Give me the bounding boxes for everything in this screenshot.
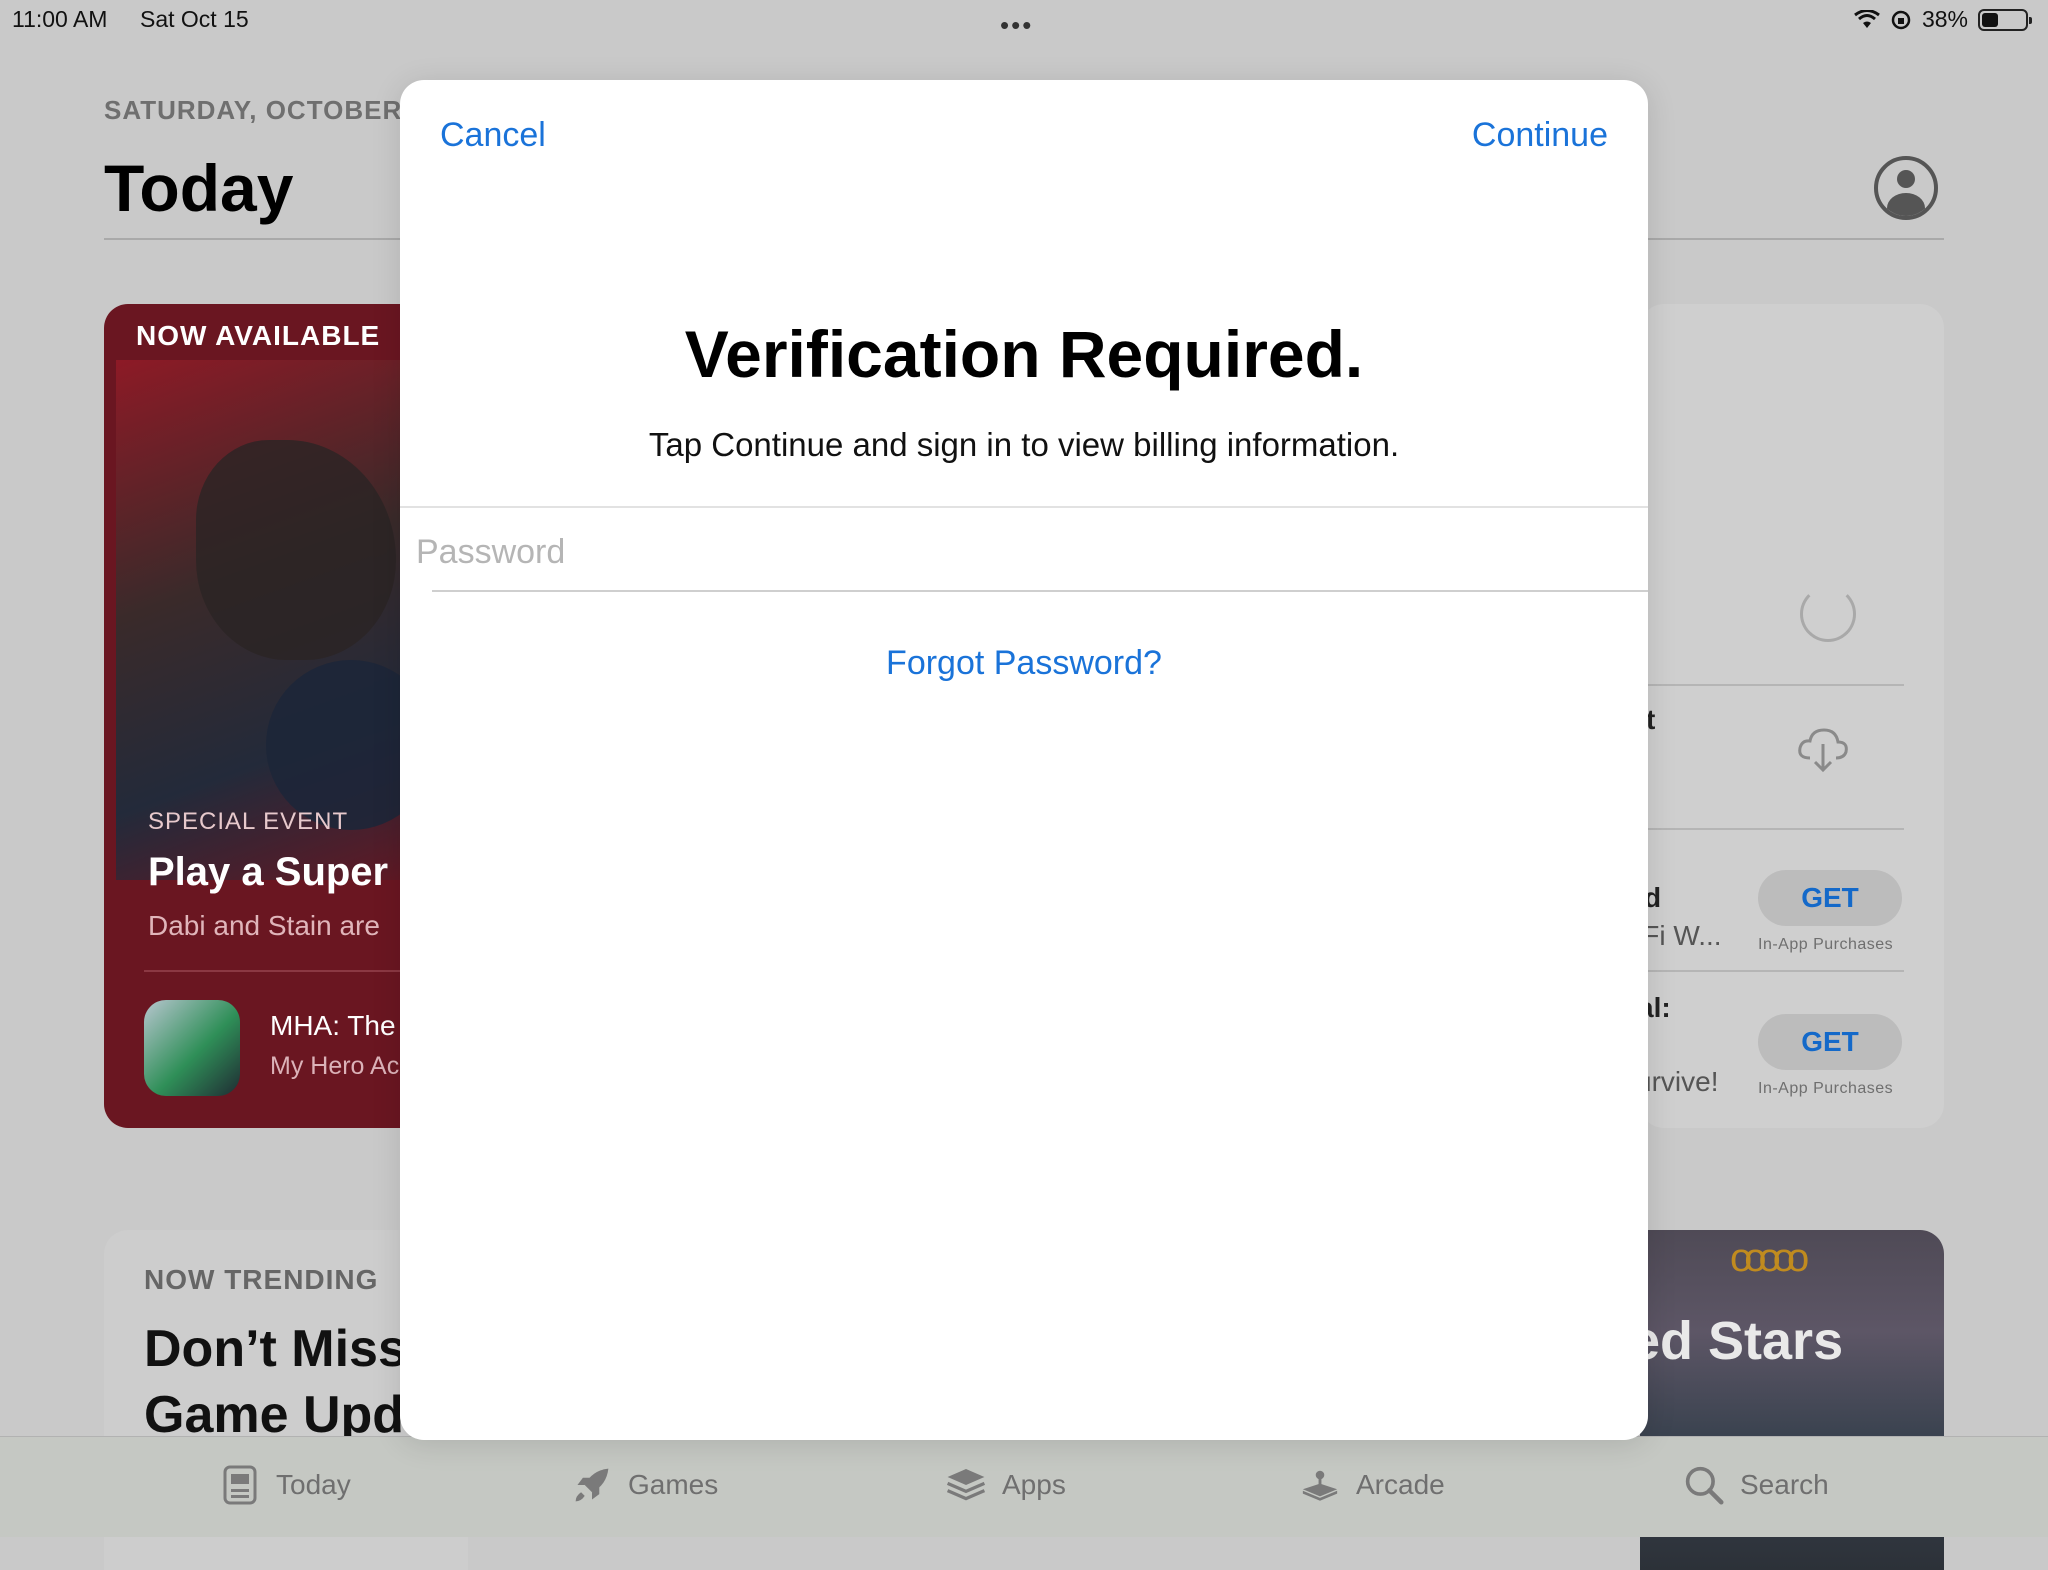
field-bottom-divider [432,590,1648,592]
tab-label: Games [628,1469,719,1500]
forgot-password-link[interactable]: Forgot Password? [400,644,1648,683]
field-top-divider [400,506,1648,508]
status-right-cluster: 38% [1854,6,2032,33]
app-list-card[interactable]: t d iFi W... GET In-App Purchases al: ur… [1640,304,1944,1128]
loading-spinner-icon [1800,586,1856,642]
featured-subhead: Dabi and Stain are [148,910,380,941]
trending-headline: Don’t Miss Game Upd [144,1316,407,1448]
in-app-purchases-label: In-App Purchases [1758,1080,1894,1097]
password-field[interactable] [416,510,1616,594]
status-date: Sat Oct 15 [140,6,249,32]
tab-today[interactable]: Today [220,1465,351,1505]
get-button[interactable]: GET [1758,870,1902,926]
account-avatar-icon[interactable] [1874,156,1938,220]
multitasking-dots[interactable]: ••• [1000,10,1033,41]
list-item-fragment: iFi W... [1640,920,1722,951]
get-button[interactable]: GET [1758,1014,1902,1070]
wifi-icon [1854,9,1880,28]
cloud-download-icon[interactable] [1796,724,1850,787]
search-icon [1684,1465,1724,1505]
tab-label: Search [1740,1469,1829,1500]
sheet-title: Verification Required. [684,317,1364,391]
tab-bar: Today Games Apps Arcade Search [0,1436,2048,1537]
in-app-purchases-label: In-App Purchases [1758,936,1894,953]
list-divider [1640,970,1904,972]
page-title: Today [104,151,294,225]
status-time: 11:00 AM [12,6,108,32]
rings-decoration: ooooo [1730,1236,1809,1280]
tab-apps[interactable]: Apps [946,1465,1066,1505]
layers-icon [946,1465,986,1505]
today-icon [220,1465,260,1505]
battery-percent: 38% [1921,6,1968,32]
cancel-button[interactable]: Cancel [440,116,546,155]
trending-tag: NOW TRENDING [144,1264,379,1295]
today-date-label: SATURDAY, OCTOBER 1 [104,95,426,125]
tab-label: Arcade [1356,1469,1445,1500]
verification-sheet: Cancel Continue Verification Required. T… [400,80,1648,1440]
featured-app-subtitle: My Hero Ac [270,1052,400,1080]
trending-headline-line: Don’t Miss [144,1320,407,1378]
tab-search[interactable]: Search [1684,1465,1829,1505]
tab-label: Today [276,1469,351,1500]
rocket-icon [572,1465,612,1505]
tab-games[interactable]: Games [572,1465,718,1505]
featured-card-tag: NOW AVAILABLE [136,320,381,351]
app-icon[interactable] [144,1000,240,1096]
list-divider [1640,828,1904,830]
battery-icon [1978,8,2032,31]
featured-event-label: SPECIAL EVENT [148,808,349,835]
status-bar: 11:00 AM Sat Oct 15 ••• 38% [0,0,2048,40]
featured-app-name: MHA: The [270,1010,396,1041]
tab-label: Apps [1002,1469,1066,1500]
game-card-title: ed Stars [1640,1311,1844,1371]
list-divider [1640,684,1904,686]
joystick-icon [1300,1465,1340,1505]
orientation-lock-icon [1891,10,1911,29]
featured-headline: Play a Super [148,850,389,894]
tab-arcade[interactable]: Arcade [1300,1465,1445,1505]
sheet-message: Tap Continue and sign in to view billing… [648,426,1400,463]
continue-button[interactable]: Continue [1472,116,1608,155]
list-item-fragment: urvive! [1640,1066,1719,1097]
